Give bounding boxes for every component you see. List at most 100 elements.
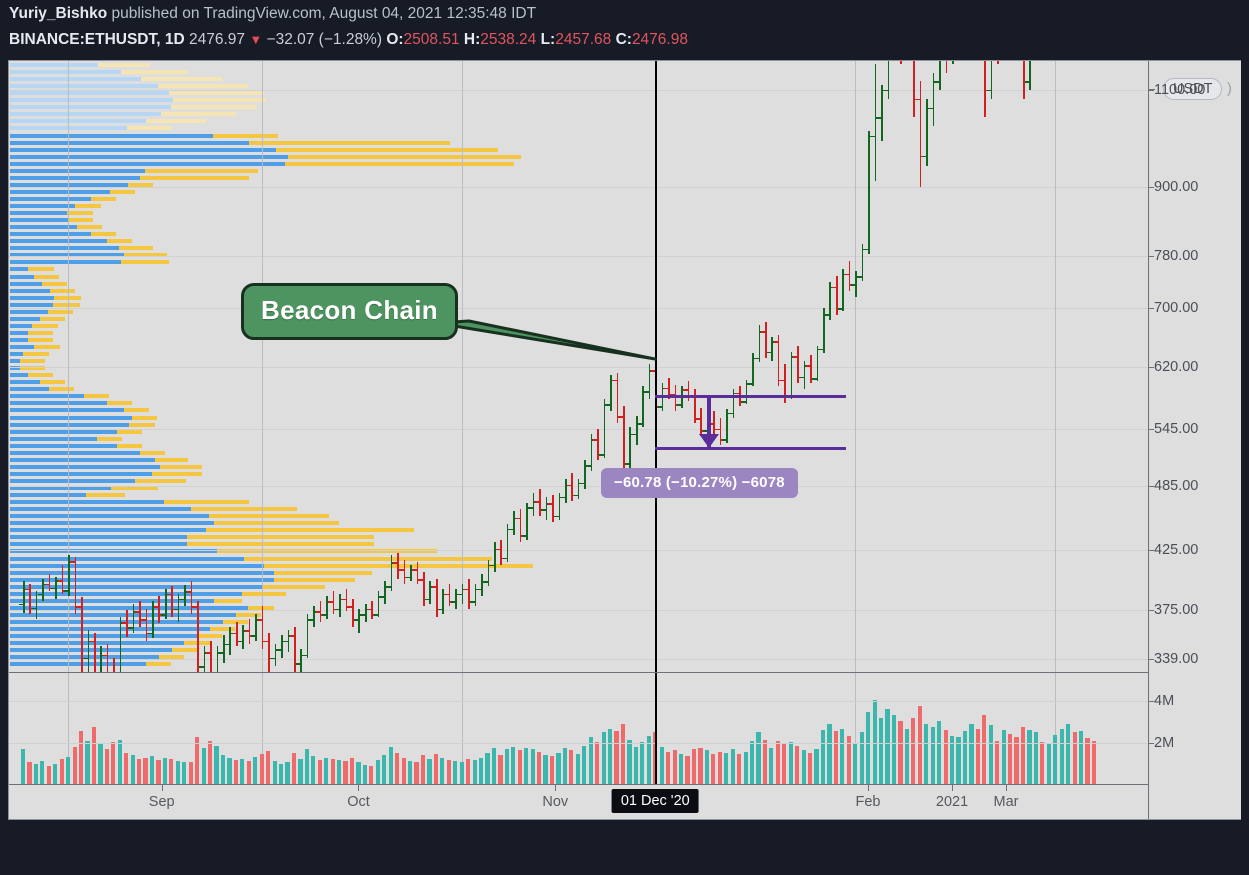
volume-bar (885, 709, 890, 784)
time-axis-tick-mark (952, 785, 954, 791)
volume-bar (20, 749, 26, 784)
price-change: −32.07 (−1.28%) (266, 31, 383, 48)
volume-bar (440, 757, 445, 784)
volume-bar (1091, 740, 1097, 784)
volume-bar (285, 762, 290, 784)
tradingview-chart-screenshot: Yuriy_Bishko published on TradingView.co… (0, 0, 1249, 875)
volume-bar (240, 758, 245, 784)
price-axis-tick-mark (1148, 658, 1154, 660)
time-axis[interactable]: Sep Oct Nov 01 Dec '20 2021 Feb Mar (9, 784, 1148, 819)
volume-bar (582, 745, 587, 784)
volume-bar (517, 750, 522, 784)
volume-bar (756, 732, 761, 784)
volume-bar (620, 724, 626, 784)
close-label: C: (615, 31, 632, 48)
volume-bar (246, 761, 251, 784)
volume-bar (40, 761, 45, 784)
volume-bar (530, 749, 535, 784)
volume-bar (324, 757, 329, 784)
volume-bar (356, 762, 361, 784)
volume-bar (666, 751, 671, 784)
volume-bar (962, 731, 968, 784)
volume-bar (459, 762, 464, 784)
volume-bar (691, 749, 697, 784)
price-axis-tick-mark (1148, 367, 1154, 369)
volume-bar (911, 718, 916, 784)
volume-bar (995, 740, 1000, 784)
volume-bar (782, 743, 787, 784)
price-pane[interactable]: −60.78 (−10.27%) −6078 Beacon Chain (9, 61, 1148, 672)
volume-axis-label: 2M (1148, 735, 1174, 751)
volume-bar (556, 752, 561, 784)
callout-tail (434, 319, 657, 361)
time-axis-label: 2021 (935, 794, 969, 810)
volume-bar (749, 740, 755, 784)
volume-bar (427, 758, 432, 784)
volume-pane[interactable] (9, 673, 1148, 784)
volume-bar (143, 757, 148, 784)
volume-bar (169, 759, 174, 784)
volume-bar (343, 761, 348, 784)
volume-bar (1066, 724, 1071, 784)
volume-bar (317, 760, 322, 784)
volume-bar (311, 756, 316, 784)
volume-bar (214, 745, 219, 784)
volume-bar (85, 740, 90, 784)
volume-bar (833, 731, 838, 784)
volume-bar (717, 751, 722, 784)
close-value: 2476.98 (631, 31, 688, 48)
volume-axis-tick-mark (1148, 742, 1154, 744)
volume-bar (130, 755, 135, 784)
author-name[interactable]: Yuriy_Bishko (9, 5, 107, 22)
volume-bar (524, 748, 529, 784)
volume-bar (633, 746, 638, 784)
price-axis-tick-mark (1148, 308, 1154, 310)
volume-bar (433, 754, 438, 784)
volume-bar (608, 728, 613, 784)
volume-bar (1020, 727, 1026, 784)
volume-bar (678, 754, 684, 784)
volume-bar (369, 766, 374, 784)
price-axis-label: 900.00 (1148, 179, 1198, 195)
time-axis-label: Oct (347, 794, 370, 810)
beacon-chain-callout[interactable]: Beacon Chain (241, 283, 458, 340)
symbol-label[interactable]: BINANCE:ETHUSDT, 1D (9, 31, 185, 48)
volume-bar (930, 727, 935, 784)
volume-bar (614, 731, 619, 784)
volume-bar (349, 757, 355, 784)
volume-bar (569, 750, 574, 784)
volume-bar (466, 758, 471, 784)
volume-bar (124, 752, 129, 784)
volume-bar (72, 746, 77, 784)
volume-gridline (9, 701, 1148, 703)
volume-bar (1078, 731, 1084, 784)
volume-bar (808, 752, 813, 784)
volume-bar (233, 760, 238, 784)
volume-bar (640, 742, 645, 784)
volume-bar (278, 763, 284, 784)
volume-bar (188, 761, 193, 784)
volume-bar (272, 761, 277, 784)
volume-bar (737, 754, 742, 784)
volume-bar (537, 751, 542, 784)
volume-bar (304, 749, 309, 784)
volume-bar (943, 730, 948, 784)
volume-bar (149, 756, 155, 784)
price-axis-tick-mark (1148, 429, 1154, 431)
price-axis-tick-mark (1148, 89, 1154, 91)
volume-bar (924, 724, 929, 784)
volume-bar (1059, 728, 1064, 784)
time-axis-label[interactable]: 01 Dec '20 (611, 789, 699, 813)
volume-bar (788, 742, 793, 784)
price-axis-label: 375.00 (1148, 602, 1198, 618)
publication-line: Yuriy_Bishko published on TradingView.co… (9, 5, 536, 23)
price-axis-label: 620.00 (1148, 359, 1198, 375)
price-axis-label: 425.00 (1148, 542, 1198, 558)
volume-bar (414, 762, 419, 784)
volume-bar (840, 728, 845, 784)
volume-bar (156, 760, 161, 784)
volume-bar (549, 756, 555, 784)
price-axis[interactable]: USDT) 1100.00 900.00 780.00 700.00 620.00 545.… (1148, 61, 1241, 819)
volume-bar (298, 758, 303, 784)
volume-bar (937, 721, 942, 784)
